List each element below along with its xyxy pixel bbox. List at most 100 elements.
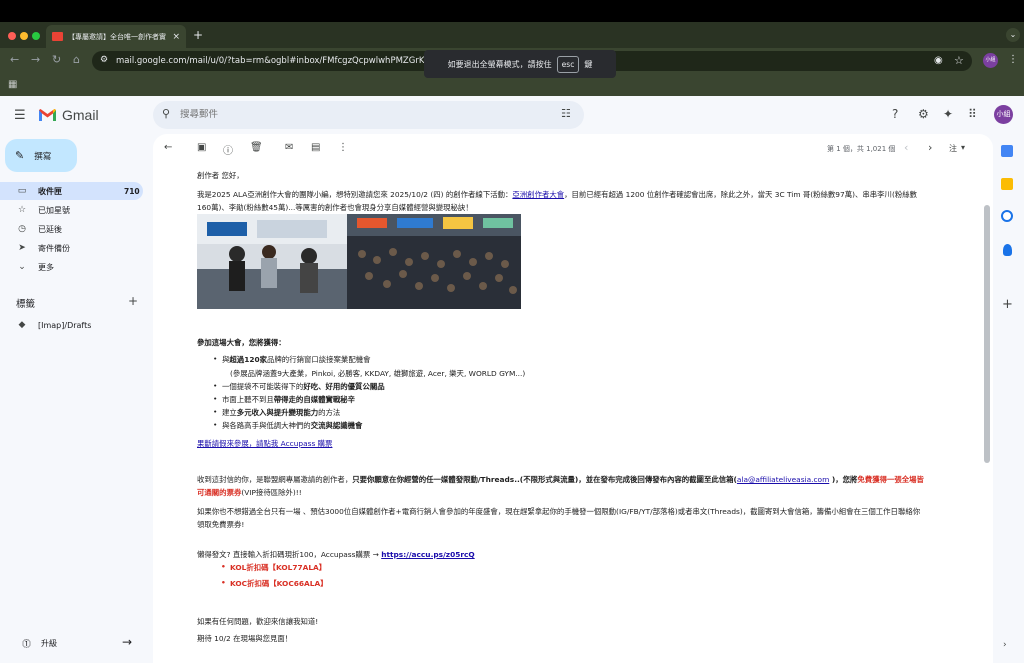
gmail-logo[interactable]: Gmail [38, 107, 99, 123]
benefit-text: 品牌的行銷窗口談接案業配機會 [267, 355, 371, 364]
compose-label: 撰寫 [34, 151, 52, 162]
menu-bar [0, 0, 1024, 22]
contacts-icon[interactable] [1003, 244, 1012, 256]
home-icon[interactable]: ⌂ [73, 53, 80, 66]
apps-grid-icon[interactable]: ▦ [8, 79, 17, 90]
account-avatar[interactable]: 小組 [994, 105, 1013, 124]
browser-tab[interactable]: 【專屬邀請】全台唯一創作者實 × [46, 25, 186, 48]
newer-button[interactable]: ‹ [904, 141, 908, 154]
intro-line-1: 我是2025 ALA亞洲創作大會的團隊小編，想特別邀請您來 2025/10/2 … [197, 189, 917, 200]
star-icon: ☆ [17, 205, 27, 215]
keep-icon[interactable] [1001, 178, 1013, 190]
benefit-text: 建立 [222, 408, 237, 417]
benefit-bold: 帶得走的自媒體實戰秘辛 [273, 395, 356, 404]
sidebar-item-label: 收件匣 [38, 186, 62, 196]
greeting: 創作者 您好， [197, 171, 244, 180]
more-options-icon[interactable]: ⋮ [338, 142, 348, 153]
scrollbar-thumb[interactable] [984, 205, 990, 463]
benefit-text: 的方法 [318, 408, 341, 417]
fullscreen-toast: 如要退出全螢幕模式，請按住 esc 鍵 [424, 50, 616, 78]
profile-avatar[interactable]: 小組 [983, 53, 998, 68]
discount-text: 懶得發文? 直接輸入折扣碼現折100，Accupass購票 → [197, 550, 382, 559]
gemini-icon[interactable]: ✦ [943, 107, 953, 121]
site-info-icon[interactable]: ⚙ [100, 55, 110, 65]
benefit-text: 市面上聽不到且 [222, 395, 274, 404]
intro-text-a: 我是2025 ALA亞洲創作大會的團隊小編，想特別邀請您來 2025/10/2 … [197, 190, 513, 199]
delete-icon[interactable]: 🗑 [250, 142, 263, 153]
benefit-bold: 交流與認識機會 [310, 421, 363, 430]
lang-dropdown-icon[interactable]: ▾ [961, 143, 965, 152]
compose-button[interactable]: ✎ 撰寫 [5, 139, 77, 172]
upgrade-icon: ⓵ [22, 640, 32, 650]
benefit-item: 與各路高手與低調大神們的交流與認識機會 [213, 420, 363, 431]
offer-bold: 只要你願意在你經營的任一媒體發限動/Threads..(不限形式與流量)，並在發… [352, 475, 737, 484]
mark-unread-icon[interactable]: ✉ [285, 142, 293, 153]
accupass-short-link[interactable]: https://accu.ps/z05rcQ [381, 550, 474, 559]
move-to-icon[interactable]: ▤ [311, 142, 320, 153]
calendar-icon[interactable] [1001, 145, 1013, 157]
closing-line-1: 如果有任何問題，歡迎來信讓我知道! [197, 617, 319, 626]
tab-close-button[interactable]: × [172, 32, 180, 42]
back-to-inbox-icon[interactable]: ← [164, 142, 172, 153]
benefit-item: 與超過120家品牌的行銷窗口談接案業配機會 [213, 354, 371, 365]
discount-code-koc: KOC折扣碼【KOC66ALA】 [221, 578, 328, 589]
eye-icon[interactable]: ◉ [934, 55, 943, 66]
offer-red: 免費獲得一張全場皆 [857, 475, 924, 484]
apps-grid-icon[interactable]: ⠿ [968, 107, 977, 121]
event-photo [197, 214, 521, 309]
url-text[interactable]: mail.google.com/mail/u/0/?tab=rm&ogbl#in… [116, 56, 446, 66]
sidebar-item-inbox[interactable]: ▭ 收件匣 710 [0, 182, 143, 200]
search-icon[interactable]: ⚲ [162, 107, 170, 120]
toast-text-after: 鍵 [584, 59, 593, 69]
bookmark-star-icon[interactable]: ☆ [954, 54, 964, 67]
add-addon-icon[interactable]: + [1002, 297, 1013, 312]
search-input[interactable] [180, 109, 540, 120]
intro-line-2: 160萬)、李勛(粉絲數45萬)...等厲害的創作者也會現身分享自媒體經營與變現… [197, 203, 473, 212]
older-button[interactable]: › [928, 141, 932, 154]
sidebar-item-snoozed[interactable]: ◷ 已延後 [0, 220, 143, 238]
hide-panel-icon[interactable]: › [1003, 640, 1007, 650]
sidebar-item-sent[interactable]: ➤ 寄件備份 [0, 239, 143, 257]
report-spam-icon[interactable]: ⓘ [223, 142, 233, 157]
pagination-text: 第 1 個，共 1,021 個 [827, 145, 896, 153]
accupass-ticket-link[interactable]: 果斷請假來參展，請點我 Accupass 購票 [197, 438, 332, 449]
pencil-icon: ✎ [15, 149, 25, 162]
benefit-text: 與各路高手與低調大神們的 [222, 421, 311, 430]
inbox-icon: ▭ [17, 186, 27, 196]
sidebar-item-starred[interactable]: ☆ 已加星號 [0, 201, 143, 219]
tasks-icon[interactable] [1001, 210, 1013, 222]
close-window-button[interactable] [8, 32, 16, 40]
search-options-icon[interactable]: ☷ [561, 107, 571, 120]
offer-text: 收到這封信的你，是聯盟網專屬邀請的創作者， [197, 475, 353, 484]
input-tools-button[interactable]: 注 [949, 143, 957, 154]
sidebar-item-label-drafts[interactable]: ◆ [Imap]/Drafts [0, 316, 143, 334]
clock-icon: ◷ [18, 224, 26, 234]
back-icon[interactable]: ← [10, 53, 19, 66]
benefit-item: 建立多元收入與提升變現能力的方法 [213, 407, 341, 418]
event-link[interactable]: 亞洲創作者大會 [512, 190, 564, 199]
forward-icon[interactable]: → [31, 53, 40, 66]
tab-search-icon[interactable]: ⌄ [1006, 28, 1020, 42]
help-icon[interactable]: ? [892, 107, 898, 121]
benefit-item: 市面上聽不到且帶得走的自媒體實戰秘辛 [213, 394, 356, 405]
discount-line: 懶得發文? 直接輸入折扣碼現折100，Accupass購票 → https://… [197, 549, 475, 560]
benefit-subnote: (參展品牌涵蓋9大產業，Pinkoi, 必勝客, KKDAY, 雄獅旅遊, Ac… [230, 369, 526, 378]
main-menu-icon[interactable]: ☰ [14, 108, 26, 123]
reload-icon[interactable]: ↻ [52, 53, 61, 66]
offer-text: (VIP接待區除外)!! [241, 488, 302, 497]
label-tag-icon: ◆ [18, 320, 26, 330]
new-tab-button[interactable]: + [193, 28, 203, 42]
settings-gear-icon[interactable]: ⚙ [918, 107, 929, 121]
archive-icon[interactable]: ▣ [197, 142, 206, 153]
maximize-window-button[interactable] [32, 32, 40, 40]
offer-red: 可通關的票券 [197, 488, 242, 497]
benefit-bold: 多元收入與提升變現能力 [236, 408, 319, 417]
minimize-window-button[interactable] [20, 32, 28, 40]
sidebar-item-more[interactable]: ⌄ 更多 [0, 258, 143, 276]
create-label-button[interactable]: + [128, 294, 138, 308]
gmail-favicon-icon [52, 32, 63, 41]
send-icon: ➤ [18, 243, 26, 253]
contact-email-link[interactable]: ala@affiliateliveasia.com [737, 475, 829, 484]
upgrade-button[interactable]: ⓵ 升級 → [0, 633, 150, 653]
browser-menu-icon[interactable]: ⋮ [1008, 54, 1018, 65]
